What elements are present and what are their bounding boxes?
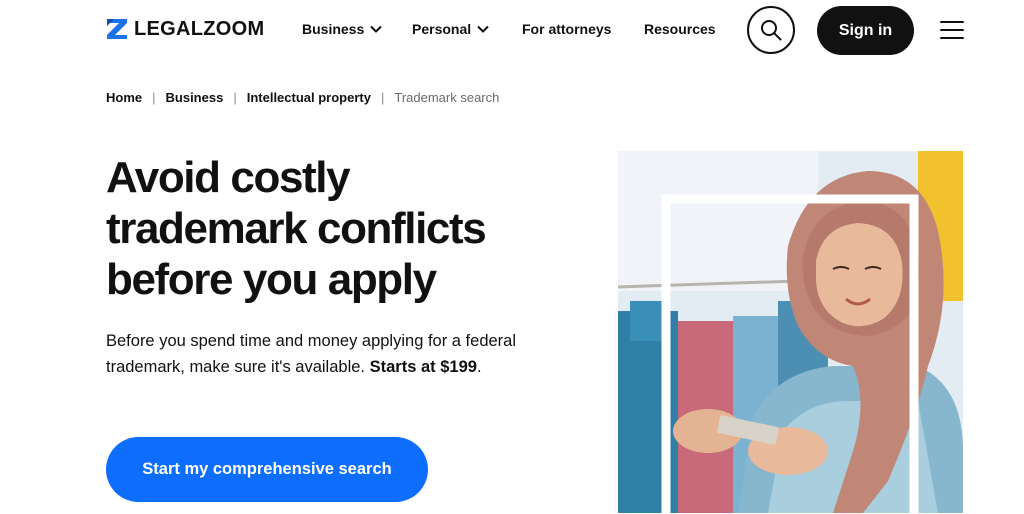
chevron-down-icon — [370, 25, 382, 33]
price-value: $199 — [440, 358, 477, 376]
breadcrumb: Home | Business | Intellectual property … — [106, 90, 499, 105]
hamburger-menu-icon[interactable] — [940, 21, 964, 39]
nav-item-label: Business — [302, 21, 365, 37]
breadcrumb-separator: | — [380, 90, 385, 105]
search-button[interactable] — [747, 6, 795, 54]
breadcrumb-business[interactable]: Business — [166, 90, 224, 105]
sign-in-button[interactable]: Sign in — [817, 6, 914, 55]
menu-line — [940, 29, 964, 31]
chevron-down-icon — [477, 25, 489, 33]
menu-line — [940, 21, 964, 23]
search-icon — [761, 20, 782, 41]
hero-image — [618, 151, 963, 513]
nav-item-label: For attorneys — [522, 21, 612, 37]
page-title-line: before you apply — [106, 255, 437, 304]
breadcrumb-separator: | — [152, 90, 156, 105]
brand-name: LEGALZOOM — [134, 18, 265, 40]
nav-item-business[interactable]: Business — [302, 21, 382, 37]
breadcrumb-separator: | — [233, 90, 237, 105]
price-suffix: . — [476, 358, 482, 376]
page-title-line: trademark conflicts — [106, 204, 487, 253]
start-comprehensive-search-button[interactable]: Start my comprehensive search — [106, 437, 428, 502]
site-header: LEGALZOOM Business Personal For attorney… — [0, 0, 1024, 62]
hero-description: Before you spend time and money applying… — [106, 328, 526, 380]
hero-image-illustration — [618, 151, 963, 513]
nav-item-label: Resources — [644, 21, 716, 37]
legalzoom-logo-icon — [107, 19, 127, 39]
nav-item-personal[interactable]: Personal — [412, 21, 489, 37]
legalzoom-logo[interactable]: LEGALZOOM — [106, 18, 264, 40]
page-title: Avoid costly trademark conflicts before … — [106, 152, 546, 305]
price-prefix: Starts at — [369, 358, 436, 376]
breadcrumb-intellectual-property[interactable]: Intellectual property — [247, 90, 371, 105]
breadcrumb-current: Trademark search — [394, 90, 500, 105]
nav-item-for-attorneys[interactable]: For attorneys — [522, 21, 611, 37]
menu-line — [940, 37, 964, 39]
nav-item-resources[interactable]: Resources — [644, 21, 716, 37]
breadcrumb-home[interactable]: Home — [106, 90, 142, 105]
page-title-line: Avoid costly — [106, 153, 351, 202]
nav-item-label: Personal — [412, 21, 472, 37]
